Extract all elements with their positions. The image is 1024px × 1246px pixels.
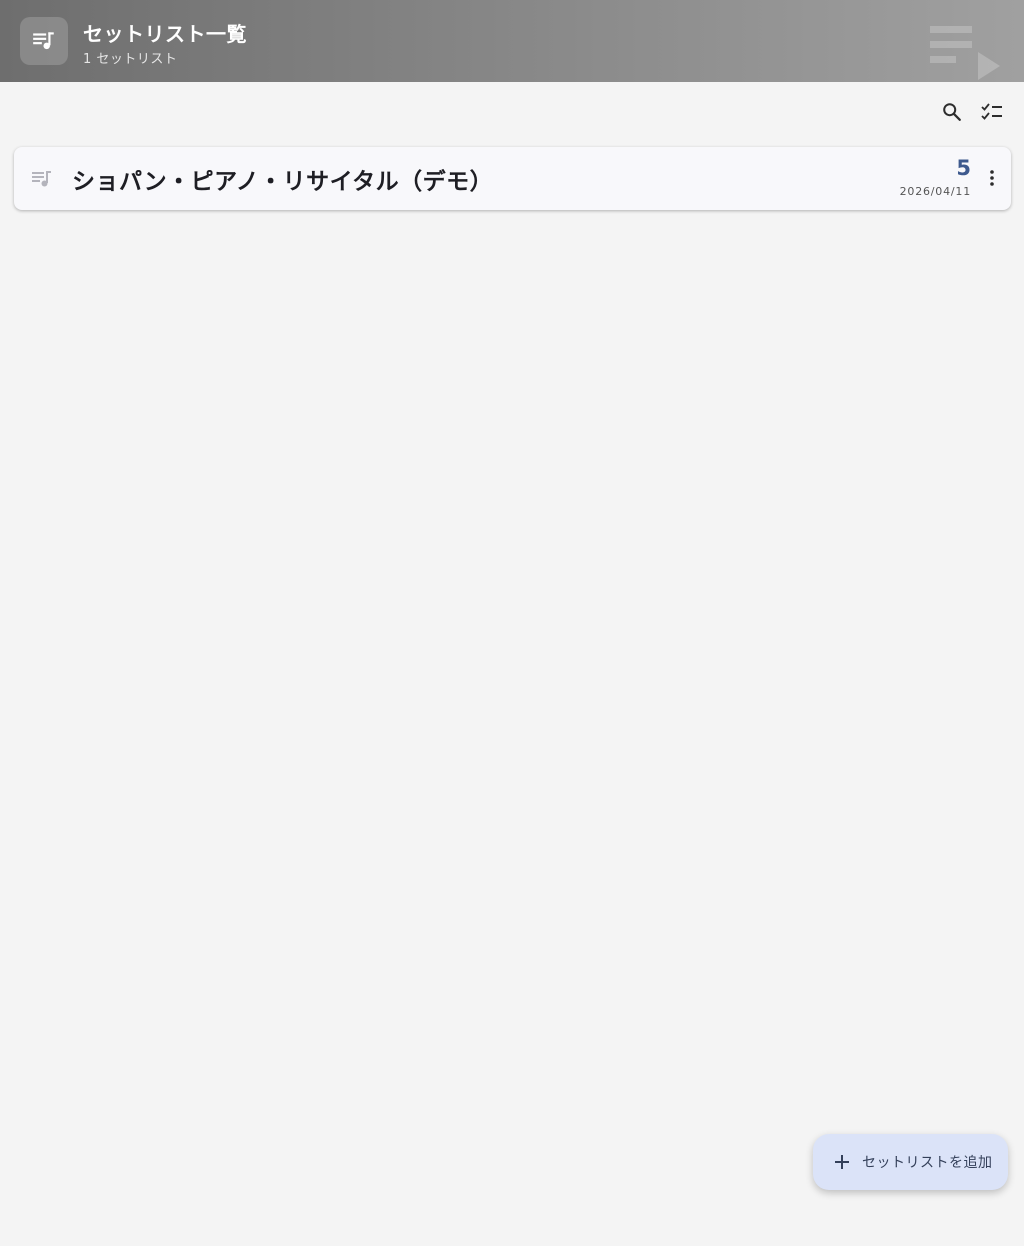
search-icon (943, 103, 961, 121)
more-vert-icon (990, 170, 994, 186)
page-title: セットリスト一覧 (83, 22, 247, 46)
setlist-count-label: 1 セットリスト (83, 52, 178, 67)
song-count: 5 (956, 156, 971, 180)
app: セットリスト一覧 1 セットリスト ショパン・ピアノ・リサイタル（デモ） 5 2… (0, 0, 1024, 1246)
playlist-play-icon (928, 22, 1008, 82)
setlist-date: 2026/04/11 (899, 185, 971, 198)
app-header: セットリスト一覧 1 セットリスト (0, 0, 1024, 82)
queue-music-icon (30, 167, 54, 191)
search-button[interactable] (934, 94, 970, 130)
checklist-icon (981, 103, 1002, 120)
more-options-button[interactable] (977, 163, 1007, 193)
setlist-card[interactable]: ショパン・ピアノ・リサイタル（デモ） 5 2026/04/11 (14, 147, 1011, 210)
plus-icon (835, 1155, 849, 1169)
add-setlist-button[interactable]: セットリストを追加 (813, 1134, 1008, 1190)
setlist-title: ショパン・ピアノ・リサイタル（デモ） (72, 169, 494, 195)
add-setlist-label: セットリストを追加 (862, 1155, 993, 1171)
select-mode-button[interactable] (974, 94, 1010, 130)
queue-music-icon (20, 17, 68, 65)
